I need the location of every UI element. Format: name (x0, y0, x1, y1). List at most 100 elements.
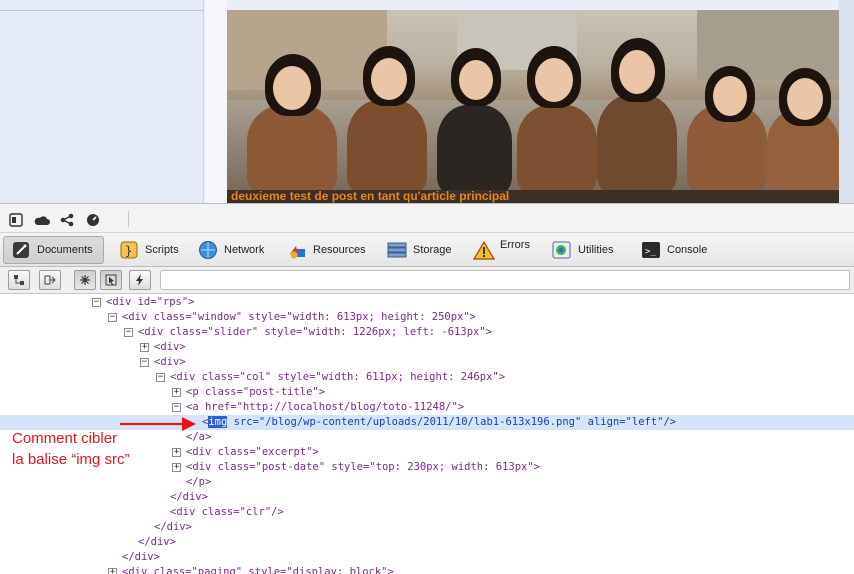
documents-sub-toolbar (0, 267, 854, 294)
tab-label: Utilities (578, 244, 614, 256)
dom-node-text: <div id="rps"> (106, 296, 195, 308)
tab-label: Errors (500, 239, 530, 251)
storage-icon (386, 239, 408, 261)
dom-node-text: <div class="post-date" style="top: 230px… (186, 461, 541, 473)
collapse-toggle[interactable]: − (140, 358, 149, 367)
utilities-icon (551, 239, 573, 261)
dom-node[interactable]: </p> (0, 475, 854, 490)
expand-toggle[interactable]: + (172, 448, 181, 457)
tree-view-button[interactable] (8, 270, 30, 290)
slider-photo[interactable] (227, 10, 839, 190)
share-icon[interactable] (60, 212, 74, 227)
tab-label: Scripts (145, 244, 179, 256)
tag-attributes: src="/blog/wp-content/uploads/2011/10/la… (227, 416, 677, 428)
inspector-top-toolbar (0, 203, 854, 233)
tab-label: Documents (37, 244, 93, 256)
annotation-line-1: Comment cibler (12, 430, 118, 447)
tab-label: Storage (413, 244, 452, 256)
inspect-spark-icon (79, 271, 91, 290)
dom-node[interactable]: − <div class="window" style="width: 613p… (0, 310, 854, 325)
dom-search-input[interactable] (160, 270, 850, 290)
tab-storage[interactable]: Storage (380, 236, 460, 264)
export-button[interactable] (39, 270, 61, 290)
dom-node[interactable]: <div class="clr"/> (0, 505, 854, 520)
expand-toggle[interactable]: + (172, 463, 181, 472)
screenshot-root: deuxieme test de post en tant qu'article… (0, 0, 854, 574)
collapse-toggle[interactable]: − (172, 403, 181, 412)
inspector-tab-bar: Documents } Scripts Network Resources St… (0, 233, 854, 267)
dom-node-text: <img src="/blog/wp-content/uploads/2011/… (202, 415, 676, 430)
dom-node[interactable]: + <div class="paging" style="display: bl… (0, 565, 854, 574)
tab-scripts[interactable]: } Scripts (112, 236, 186, 264)
dom-node-text: <div class="paging" style="display: bloc… (122, 566, 394, 574)
tree-icon (13, 271, 25, 290)
tab-documents[interactable]: Documents (3, 236, 104, 264)
dom-node[interactable]: + <div> (0, 340, 854, 355)
svg-text:}: } (125, 244, 132, 258)
gauge-icon[interactable] (86, 212, 100, 226)
post-caption[interactable]: deuxieme test de post en tant qu'article… (231, 189, 509, 203)
lightning-icon (134, 271, 146, 290)
collapse-toggle[interactable]: − (124, 328, 133, 337)
dom-node-text: <div class="excerpt"> (186, 446, 319, 458)
dom-node-text: <div class="clr"/> (170, 506, 284, 518)
page-preview: deuxieme test de post en tant qu'article… (0, 0, 854, 203)
tab-console[interactable]: >_ Console (634, 236, 712, 264)
dom-node-text: </div> (122, 551, 160, 563)
dom-node[interactable]: + <p class="post-title"> (0, 385, 854, 400)
expand-toggle[interactable]: + (140, 343, 149, 352)
resources-icon (286, 239, 308, 261)
annotation-line-2: la balise “img src” (12, 451, 130, 468)
svg-text:>_: >_ (645, 247, 656, 257)
tab-resources[interactable]: Resources (280, 236, 372, 264)
dom-node[interactable]: − <div> (0, 355, 854, 370)
dom-node-text: <div class="slider" style="width: 1226px… (138, 326, 493, 338)
toolbar-separator (128, 211, 129, 227)
dom-node[interactable]: − <div class="slider" style="width: 1226… (0, 325, 854, 340)
dom-node-text: <div class="col" style="width: 611px; he… (170, 371, 506, 383)
dom-node-text: </div> (138, 536, 176, 548)
tab-label: Console (667, 244, 708, 256)
documents-icon (10, 239, 32, 261)
dock-icon[interactable] (9, 212, 23, 227)
console-icon: >_ (640, 239, 662, 261)
tab-utilities[interactable]: Utilities (545, 236, 623, 264)
dom-node[interactable]: − <a href="http://localhost/blog/toto-11… (0, 400, 854, 415)
inspect-button[interactable] (74, 270, 96, 290)
collapse-toggle[interactable]: − (92, 298, 101, 307)
scripts-icon: } (118, 239, 140, 261)
dom-node-text: <div class="window" style="width: 613px;… (122, 311, 477, 323)
tab-network[interactable]: Network (191, 236, 273, 264)
collapse-toggle[interactable]: − (156, 373, 165, 382)
cloud-icon[interactable] (34, 212, 50, 226)
network-icon (197, 239, 219, 261)
export-icon (44, 271, 56, 290)
tab-errors[interactable]: Errors (467, 236, 539, 264)
tab-label: Resources (313, 244, 366, 256)
dom-node-text: <a href="http://localhost/blog/toto-1124… (186, 401, 465, 413)
page-gutter (205, 0, 227, 203)
dom-node[interactable]: − <div id="rps"> (0, 295, 854, 310)
annotation-text: Comment cibler la balise “img src” (12, 428, 130, 470)
dom-node[interactable]: </div> (0, 535, 854, 550)
page-sidebar-area (0, 0, 204, 203)
dom-node-text: </p> (186, 476, 212, 488)
dom-node[interactable]: − <div class="col" style="width: 611px; … (0, 370, 854, 385)
annotation-arrow (120, 417, 196, 431)
dom-node-text: <div> (154, 341, 186, 353)
dom-node[interactable]: </div> (0, 550, 854, 565)
dom-node[interactable]: </div> (0, 490, 854, 505)
select-element-button[interactable] (100, 270, 122, 290)
dom-node-text: </div> (170, 491, 208, 503)
collapse-toggle[interactable]: − (108, 313, 117, 322)
dom-node-text: </div> (154, 521, 192, 533)
errors-icon (473, 239, 495, 261)
tag-name-highlight: img (208, 416, 228, 428)
profile-button[interactable] (129, 270, 151, 290)
dom-node[interactable]: </div> (0, 520, 854, 535)
tab-label: Network (224, 244, 265, 256)
expand-toggle[interactable]: + (172, 388, 181, 397)
expand-toggle[interactable]: + (108, 568, 117, 574)
dom-node-text: <div> (154, 356, 186, 368)
dom-node-text: <p class="post-title"> (186, 386, 326, 398)
